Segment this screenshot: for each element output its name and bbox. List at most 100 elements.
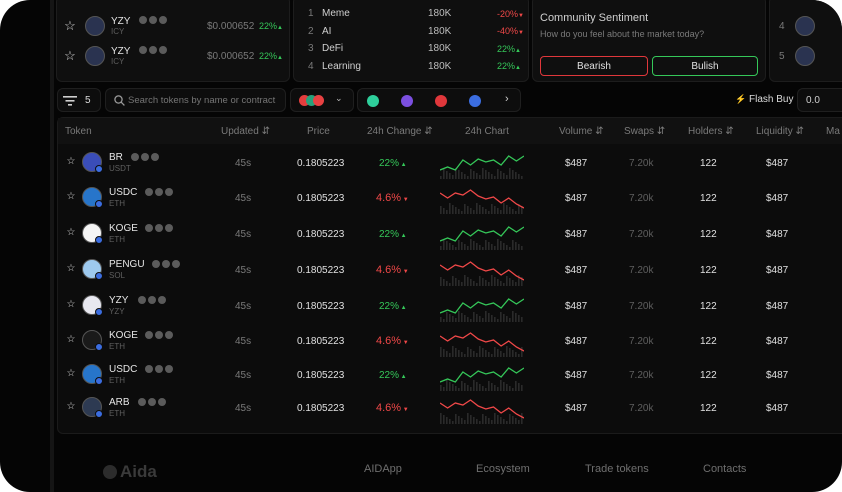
token-updated: 45s <box>235 265 252 276</box>
token-swaps: 7.20k <box>629 336 654 347</box>
token-sparkline <box>439 327 525 357</box>
left-divider <box>50 0 54 492</box>
trending-name: Meme <box>322 8 350 19</box>
token-symbol: KOGE <box>109 330 138 341</box>
table-row[interactable]: ☆ KOGE ETH 45s 0.1805223 22% ▲ $487 7.20… <box>57 217 842 253</box>
sparkline-svg <box>439 226 525 250</box>
token-price: 0.1805223 <box>297 370 345 381</box>
footer-link-aidapp[interactable]: AIDApp <box>364 463 402 475</box>
trending-name: DeFi <box>322 43 344 54</box>
star-icon[interactable]: ☆ <box>63 48 77 64</box>
social-icons <box>139 45 169 57</box>
trending-row[interactable]: 2 AI 180K -40%▼ <box>304 23 524 40</box>
app-frame: ☆ YZY ICY $0.000652 22%▲ ☆ YZY ICY $0.00… <box>0 0 842 492</box>
token-sparkline <box>439 292 525 322</box>
token-avatar <box>85 16 105 36</box>
token-swaps: 7.20k <box>629 370 654 381</box>
token-change: 4.6% ▼ <box>376 335 409 347</box>
chain-icon-tron-2[interactable] <box>435 95 447 107</box>
mini-token-row[interactable]: ☆ YZY ICY $0.000652 22%▲ <box>57 41 289 71</box>
token-sparkline <box>439 394 525 424</box>
header-liquidity[interactable]: Liquidity ⇵ <box>756 126 804 137</box>
header-holders[interactable]: Holders ⇵ <box>688 126 734 137</box>
trending-volume: 180K <box>428 25 452 37</box>
trending-row[interactable]: 3 DeFi 180K 22%▲ <box>304 40 522 57</box>
flash-buy-label: ⚡ Flash Buy <box>735 94 794 105</box>
star-icon[interactable]: ☆ <box>63 18 77 34</box>
trending-row[interactable]: 1 Meme 180K -20%▼ <box>304 5 524 22</box>
trending-rank: 1 <box>308 8 314 19</box>
social-icons <box>139 15 169 27</box>
flash-buy-amount[interactable]: 0.0 <box>797 88 842 112</box>
token-liquidity: $487 <box>766 229 789 240</box>
favorite-star-icon[interactable]: ☆ <box>64 156 78 167</box>
footer-link-trade-tokens[interactable]: Trade tokens <box>585 463 649 475</box>
token-symbol: USDC <box>109 364 138 375</box>
token-chain: ETH <box>109 409 125 418</box>
footer-link-contacts[interactable]: Contacts <box>703 463 746 475</box>
bullish-button[interactable]: Bulish <box>652 56 758 76</box>
chain-icon-ethereum[interactable] <box>401 95 413 107</box>
footer-link-ecosystem[interactable]: Ecosystem <box>476 463 530 475</box>
footer-logo[interactable]: Aida <box>103 462 157 482</box>
favorite-star-icon[interactable]: ☆ <box>64 227 78 238</box>
favorite-star-icon[interactable]: ☆ <box>64 263 78 274</box>
chain-badge-icon <box>95 200 103 208</box>
token-swaps: 7.20k <box>629 403 654 414</box>
mini-token-row[interactable]: ☆ YZY ICY $0.000652 22%▲ <box>57 11 289 41</box>
bearish-button[interactable]: Bearish <box>540 56 648 76</box>
mini-rank: 5 <box>779 50 785 62</box>
chain-selector[interactable]: ⌄ <box>290 88 354 112</box>
header-price: Price <box>307 126 330 137</box>
mini-token-card-right: 4 5 <box>769 0 842 82</box>
mini-token-row-right[interactable]: 4 <box>770 11 842 41</box>
mini-token-row-right[interactable]: 5 <box>770 41 842 71</box>
trending-rank: 3 <box>308 43 314 54</box>
chevron-right-icon[interactable]: › <box>505 93 509 105</box>
token-holders: 122 <box>700 229 717 240</box>
header-swaps[interactable]: Swaps ⇵ <box>624 126 665 137</box>
favorite-star-icon[interactable]: ☆ <box>64 191 78 202</box>
token-symbol: BR <box>109 152 123 163</box>
table-row[interactable]: ☆ KOGE ETH 45s 0.1805223 4.6% ▼ $487 7.2… <box>57 324 842 360</box>
search-input[interactable] <box>128 93 283 108</box>
chain-icon-base[interactable] <box>469 95 481 107</box>
search-icon <box>114 95 125 106</box>
social-icons <box>145 331 175 342</box>
trending-rank: 4 <box>308 60 314 72</box>
header-market-cap[interactable]: Ma <box>826 126 840 137</box>
token-swaps: 7.20k <box>629 265 654 276</box>
trending-name: AI <box>322 25 332 37</box>
table-row[interactable]: ☆ USDC ETH 45s 0.1805223 4.6% ▼ $487 7.2… <box>57 181 842 217</box>
header-updated[interactable]: Updated ⇵ <box>221 126 270 137</box>
mini-token-chain: ICY <box>111 56 125 66</box>
token-volume: $487 <box>565 301 588 312</box>
table-row[interactable]: ☆ PENGU SOL 45s 0.1805223 4.6% ▼ $487 7.… <box>57 253 842 289</box>
table-row[interactable]: ☆ ARB ETH 45s 0.1805223 4.6% ▼ $487 7.20… <box>57 391 842 427</box>
token-liquidity: $487 <box>766 336 789 347</box>
trending-change: 22%▲ <box>497 43 521 54</box>
token-holders: 122 <box>700 193 717 204</box>
token-change: 22% ▲ <box>379 301 407 312</box>
table-row[interactable]: ☆ YZY YZY 45s 0.1805223 22% ▲ $487 7.20k… <box>57 289 842 325</box>
table-row[interactable]: ☆ BR USDT 45s 0.1805223 22% ▲ $487 7.20k… <box>57 146 842 182</box>
social-icons <box>145 188 175 199</box>
sort-icon: ⇵ <box>725 126 734 137</box>
favorite-star-icon[interactable]: ☆ <box>64 299 78 310</box>
header-24h-change[interactable]: 24h Change ⇵ <box>367 126 433 137</box>
token-updated: 45s <box>235 229 252 240</box>
favorite-star-icon[interactable]: ☆ <box>64 368 78 379</box>
favorite-star-icon[interactable]: ☆ <box>64 334 78 345</box>
token-updated: 45s <box>235 403 252 414</box>
favorite-star-icon[interactable]: ☆ <box>64 401 78 412</box>
trending-row[interactable]: 4 Learning 180K 22%▲ <box>304 58 522 75</box>
token-price: 0.1805223 <box>297 229 345 240</box>
header-volume[interactable]: Volume ⇵ <box>559 126 604 137</box>
social-icons <box>131 153 161 164</box>
token-swaps: 7.20k <box>629 158 654 169</box>
chain-icon-solana[interactable] <box>367 95 379 107</box>
table-row[interactable]: ☆ USDC ETH 45s 0.1805223 22% ▲ $487 7.20… <box>57 358 842 394</box>
filter-button[interactable]: 5 <box>57 88 101 112</box>
search-box[interactable] <box>105 88 286 112</box>
community-sentiment-card: Community Sentiment How do you feel abou… <box>532 0 766 82</box>
